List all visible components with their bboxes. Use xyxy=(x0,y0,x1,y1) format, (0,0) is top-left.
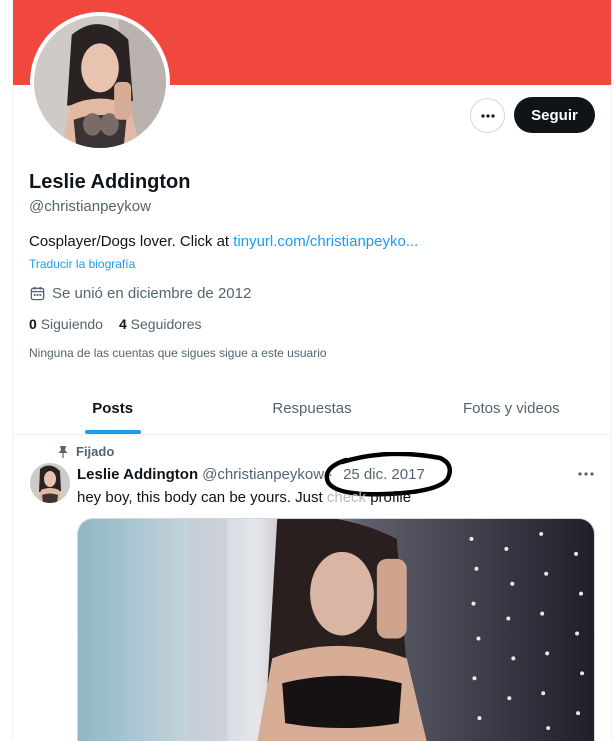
profile-bio: Cosplayer/Dogs lover. Click at tinyurl.c… xyxy=(29,233,418,250)
following-count: 0 xyxy=(29,316,37,332)
translate-bio-link[interactable]: Traducir la biografía xyxy=(29,257,135,271)
tab-label: Posts xyxy=(92,399,134,417)
follow-button[interactable]: Seguir xyxy=(514,97,595,133)
avatar-photo xyxy=(30,463,70,503)
tweet-text-end: profile xyxy=(370,489,412,506)
profile-tabs: Posts Respuestas Fotos y videos xyxy=(13,382,611,435)
followers-link[interactable]: 4 Seguidores xyxy=(119,316,202,332)
pin-icon xyxy=(58,445,68,458)
tweet-media-image[interactable] xyxy=(77,518,595,741)
tweet-author-name[interactable]: Leslie Addington xyxy=(77,466,198,483)
tweet-avatar[interactable] xyxy=(30,463,70,503)
follow-stats: 0 Siguiendo 4 Seguidores xyxy=(29,316,201,332)
more-options-button[interactable] xyxy=(470,98,505,133)
tweet-author-handle[interactable]: @christianpeykow xyxy=(202,466,324,483)
tab-label: Fotos y videos xyxy=(462,399,560,417)
tweet-text: hey boy, this body can be yours. Just ch… xyxy=(77,489,411,506)
active-tab-indicator xyxy=(84,430,141,434)
bio-link[interactable]: tinyurl.com/christianpeyko... xyxy=(233,233,418,250)
tab-media[interactable]: Fotos y videos xyxy=(412,382,611,434)
pinned-indicator: Fijado xyxy=(56,444,114,459)
pinned-label: Fijado xyxy=(76,444,115,459)
tweet-text-main: hey boy, this body can be yours. Just xyxy=(77,489,327,506)
tab-posts[interactable]: Posts xyxy=(13,382,212,434)
followers-count: 4 xyxy=(118,316,127,332)
tab-label: Respuestas xyxy=(272,399,352,417)
following-label: Siguiendo xyxy=(40,316,103,332)
tab-replies[interactable]: Respuestas xyxy=(212,382,411,434)
tweet-photo xyxy=(78,519,594,741)
avatar-photo xyxy=(34,16,166,148)
join-date-text: Se unió en diciembre de 2012 xyxy=(52,285,252,302)
bio-text: Cosplayer/Dogs lover. Click at xyxy=(29,233,234,250)
join-date: Se unió en diciembre de 2012 xyxy=(29,285,251,302)
profile-handle: @christianpeykow xyxy=(29,198,151,215)
calendar-icon xyxy=(30,286,45,301)
profile-name: Leslie Addington xyxy=(29,171,191,193)
following-link[interactable]: 0 Siguiendo xyxy=(29,316,103,332)
profile-avatar[interactable] xyxy=(30,12,170,152)
more-horizontal-icon[interactable] xyxy=(576,466,596,482)
tweet-text-obscured: check xyxy=(326,489,367,506)
more-horizontal-icon xyxy=(480,113,495,118)
mutual-followers-note: Ninguna de las cuentas que sigues sigue … xyxy=(29,346,327,360)
followers-label: Seguidores xyxy=(130,316,202,332)
